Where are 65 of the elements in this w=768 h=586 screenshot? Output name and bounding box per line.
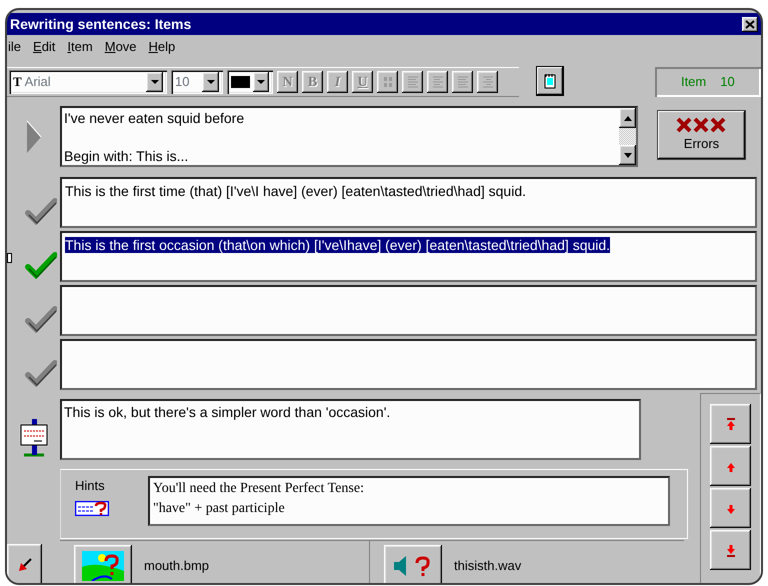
menu-item[interactable]: Item bbox=[61, 37, 99, 57]
symbol-button[interactable] bbox=[377, 71, 398, 93]
scroll-up-button[interactable] bbox=[619, 108, 636, 128]
font-name: Arial bbox=[24, 73, 52, 92]
file-name: thisisth.wav bbox=[454, 556, 522, 575]
align-button[interactable] bbox=[402, 71, 423, 93]
counter-value: 10 bbox=[720, 73, 735, 92]
align-icon bbox=[432, 75, 444, 89]
play-triangle-icon bbox=[26, 120, 42, 154]
align-icon bbox=[456, 75, 468, 89]
arrow-icon bbox=[18, 558, 32, 572]
close-button[interactable] bbox=[742, 16, 758, 32]
prompt-text: I've never eaten squid before Begin with: This is... bbox=[63, 109, 246, 165]
caret-icon bbox=[256, 80, 265, 84]
align-icon bbox=[482, 75, 494, 89]
hints-label: Hints bbox=[75, 477, 106, 495]
scroll-down-button[interactable] bbox=[619, 145, 636, 165]
menu-item[interactable]: Edit bbox=[27, 37, 62, 57]
file-name: mouth.bmp bbox=[144, 556, 210, 575]
counter-label: Item bbox=[680, 73, 706, 92]
scrollbar[interactable] bbox=[619, 108, 636, 165]
answer-field[interactable] bbox=[60, 339, 757, 390]
feedback-text: This is ok, but there's a simpler word than 'occasion'. bbox=[64, 404, 390, 420]
up-arrow-icon bbox=[624, 116, 632, 120]
answer-field[interactable]: This is the first occasion (that\on which) [I've\Ihave] (ever) [eaten\tasted\tried\had] squid. bbox=[60, 231, 757, 282]
top-arrow-icon bbox=[726, 418, 736, 430]
answer-text: This is the first occasion (that\on which) [I've\Ihave] (ever) [eaten\tasted\tried\had] squid. bbox=[65, 237, 610, 253]
window-title: Rewriting sentences: Items bbox=[10, 14, 192, 34]
menu-item[interactable]: Help bbox=[142, 37, 182, 57]
close-icon bbox=[745, 20, 755, 28]
answer-field[interactable]: This is the first time (that) [I've\I have] (ever) [eaten\tasted\tried\had] squid. bbox=[60, 177, 757, 228]
color-picker[interactable] bbox=[227, 70, 273, 94]
pointer-button[interactable] bbox=[7, 544, 42, 583]
down-arrow-icon bbox=[624, 152, 632, 158]
align-icon bbox=[406, 75, 418, 89]
font-size-value: 10 bbox=[175, 73, 190, 92]
picture-button[interactable] bbox=[74, 544, 132, 583]
signpost-icon bbox=[20, 417, 48, 457]
caret-icon bbox=[150, 80, 158, 84]
font-type-glyph: T bbox=[13, 73, 22, 92]
errors-button[interactable]: Errors bbox=[658, 111, 745, 159]
next-item-button[interactable] bbox=[710, 488, 751, 528]
first-item-button[interactable] bbox=[710, 404, 751, 444]
dropdown-button[interactable] bbox=[202, 72, 219, 92]
landscape-question-icon bbox=[82, 550, 124, 580]
cross-marks-icon bbox=[675, 116, 728, 134]
notepad-icon bbox=[544, 73, 556, 89]
sound-button[interactable] bbox=[384, 544, 442, 583]
previous-item-button[interactable] bbox=[710, 446, 751, 486]
caret-icon bbox=[206, 80, 214, 84]
last-item-button[interactable] bbox=[710, 530, 751, 570]
hint-text: You'll need the Present Perfect Tense: "have" + past participle bbox=[148, 476, 670, 526]
dropdown-button[interactable] bbox=[252, 72, 269, 92]
answer-text: This is the first time (that) [I've\I have] (ever) [eaten\tasted\tried\had] squid. bbox=[65, 183, 526, 199]
align-button[interactable] bbox=[477, 71, 498, 93]
menu-item[interactable]: Move bbox=[98, 37, 143, 57]
hint-icon bbox=[75, 500, 109, 516]
answer-field[interactable] bbox=[60, 285, 757, 336]
dropdown-button[interactable] bbox=[146, 72, 163, 92]
menu-item[interactable]: ile bbox=[7, 37, 28, 57]
align-button[interactable] bbox=[452, 71, 473, 93]
align-button[interactable] bbox=[427, 71, 448, 93]
bottom-arrow-icon bbox=[726, 544, 736, 556]
notepad-button[interactable] bbox=[536, 67, 563, 95]
symbol-icon bbox=[382, 76, 392, 88]
